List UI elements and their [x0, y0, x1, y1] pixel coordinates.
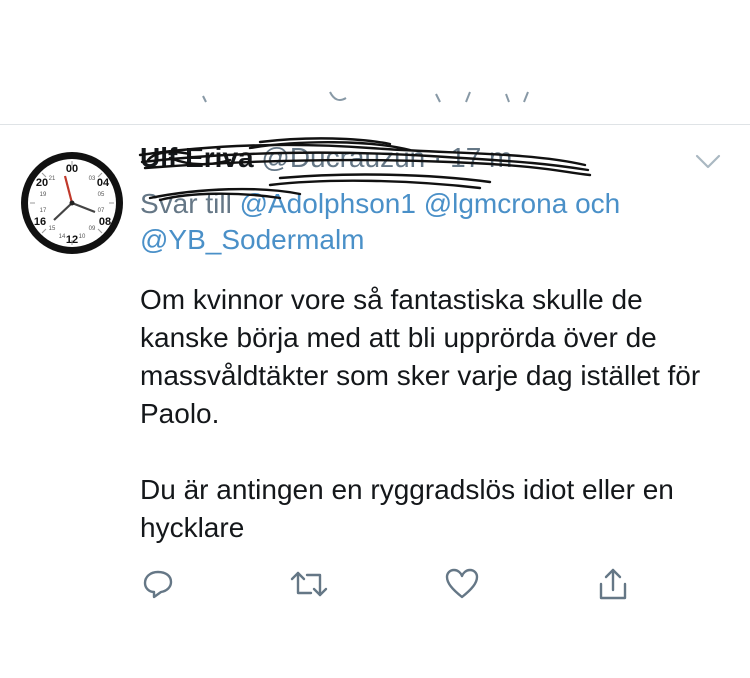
svg-text:09: 09	[89, 226, 96, 232]
divider	[0, 124, 750, 125]
tweet-time[interactable]: · 17 m	[433, 142, 512, 173]
tweet-menu-button[interactable]	[693, 150, 723, 172]
mention-link[interactable]: @Adolphson1	[240, 188, 416, 219]
svg-text:12: 12	[66, 234, 78, 246]
retweet-button[interactable]	[287, 562, 331, 606]
tweet-text: Om kvinnor vore så fantastiska skulle de…	[140, 284, 701, 543]
mention-link[interactable]: @YB_Sodermalm	[140, 224, 365, 255]
svg-text:08: 08	[99, 216, 111, 228]
svg-text:04: 04	[97, 177, 110, 189]
reply-button[interactable]	[136, 562, 180, 606]
svg-text:21: 21	[49, 176, 56, 182]
heart-icon	[445, 568, 479, 599]
svg-text:16: 16	[34, 216, 46, 228]
reply-icon	[143, 570, 173, 599]
author-handle[interactable]: @Ducrauzun	[261, 142, 425, 173]
svg-text:15: 15	[49, 226, 56, 232]
svg-text:03: 03	[89, 176, 96, 182]
svg-text:05: 05	[98, 192, 105, 198]
mention-link[interactable]: @lgmcrona	[424, 188, 568, 219]
share-button[interactable]	[591, 562, 635, 606]
previous-tweet-fragment	[0, 0, 750, 125]
svg-text:10: 10	[79, 234, 86, 240]
reply-context: Svar till @Adolphson1 @lgmcrona och @YB_…	[140, 186, 700, 258]
tweet-header: Ulf Eriva @Ducrauzun · 17 m	[140, 142, 512, 174]
like-button[interactable]	[440, 562, 484, 606]
avatar[interactable]: 21 03 19 05 17 07 15 09 14 10 00 20 04 16 08 …	[19, 150, 125, 256]
svg-text:19: 19	[40, 192, 47, 198]
svg-text:20: 20	[36, 177, 48, 189]
reply-and: och	[575, 188, 621, 219]
retweet-icon	[290, 571, 328, 597]
svg-text:00: 00	[66, 163, 78, 175]
tweet-actions	[0, 562, 750, 606]
svg-text:17: 17	[40, 208, 47, 214]
chevron-down-icon	[695, 154, 721, 169]
clock-avatar-icon: 21 03 19 05 17 07 15 09 14 10 00 20 04 16 08 …	[21, 152, 123, 254]
reply-prefix: Svar till	[140, 188, 232, 219]
svg-text:07: 07	[98, 208, 105, 214]
share-icon	[599, 568, 627, 600]
author-name[interactable]: Ulf Eriva	[140, 142, 254, 173]
